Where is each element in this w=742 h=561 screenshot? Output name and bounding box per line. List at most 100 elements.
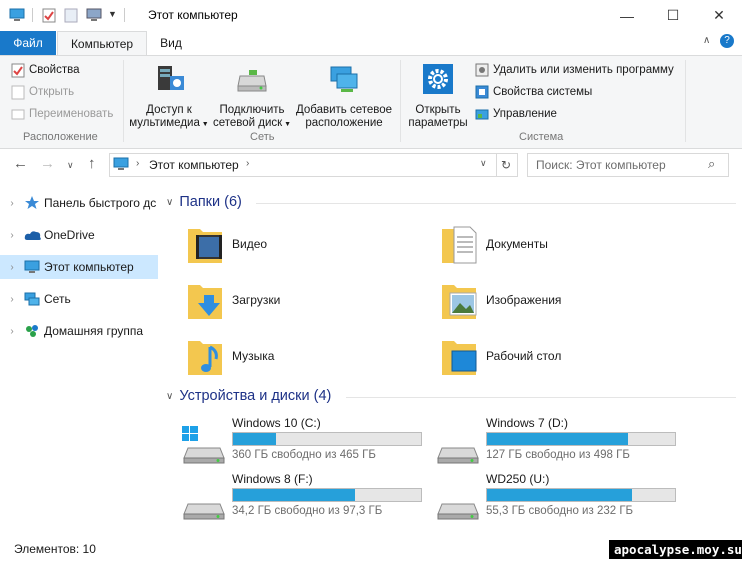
ribbon-separator [400,60,401,142]
folder-item[interactable]: Видео [186,223,267,265]
new-folder-icon[interactable] [64,8,78,26]
nav-item-quick-access[interactable]: › Панель быстрого дс [0,191,158,215]
nav-label: OneDrive [44,228,95,242]
computer-icon[interactable] [9,8,25,25]
minimize-button[interactable]: — [604,0,650,31]
folder-label: Видео [232,237,268,251]
star-icon [24,195,44,211]
drives-section-header[interactable]: ∨ Устройства и диски (4) [166,388,331,404]
nav-item-network[interactable]: › Сеть [0,287,158,311]
ribbon-tabs: Файл Компьютер Вид ∧ ? [0,31,742,56]
expand-chevron-icon[interactable]: › [0,294,24,305]
nav-label: Домашняя группа [44,324,144,338]
expand-chevron-icon[interactable]: › [0,230,24,241]
computer-icon [113,157,129,174]
folder-label: Рабочий стол [486,349,562,363]
map-network-drive-button[interactable]: Подключить сетевой диск ▼ [212,62,292,131]
collapse-chevron-icon[interactable]: ∨ [166,391,173,402]
drive-item[interactable]: Windows 7 (D:) 127 ГБ свободно из 498 ГБ [436,416,686,466]
folder-item[interactable]: Рабочий стол [440,335,561,377]
drive-free-space: 55,3 ГБ свободно из 232 ГБ [486,505,634,517]
nav-label: Этот компьютер [44,260,134,274]
search-icon[interactable]: ⌕ [708,156,715,172]
manage-button[interactable]: Управление [475,104,557,124]
expand-chevron-icon[interactable]: › [0,198,24,209]
back-arrow-icon[interactable]: ← [13,155,28,172]
system-properties-button[interactable]: Свойства системы [475,82,592,102]
uninstall-program-button[interactable]: Удалить или изменить программу [475,60,674,80]
expand-chevron-icon[interactable]: › [0,326,24,337]
close-button[interactable]: ✕ [696,0,742,31]
forward-arrow-icon[interactable]: → [40,155,55,172]
address-dropdown-icon[interactable]: ∨ [480,158,487,169]
media-access-label-2: мультимедиа [129,117,200,129]
customize-toolbar-chevron-icon[interactable]: ▼ [108,9,117,19]
pictures-folder-icon [442,285,477,319]
drive-free-space: 360 ГБ свободно из 465 ГБ [232,449,376,461]
nav-item-homegroup[interactable]: › Домашняя группа [0,319,158,343]
folder-label: Изображения [486,293,562,307]
tab-file[interactable]: Файл [0,31,56,55]
rename-icon [11,109,25,119]
drive-item[interactable]: Windows 8 (F:) 34,2 ГБ свободно из 97,3 … [182,472,432,522]
properties-button[interactable]: Свойства [11,60,80,80]
help-icon[interactable]: ? [720,34,734,48]
group-label-location: Расположение [23,131,98,143]
drives-section-title: Устройства и диски (4) [179,388,332,404]
folder-item[interactable]: Изображения [440,279,561,321]
expand-chevron-icon[interactable]: › [0,262,24,273]
computer-icon [24,260,44,274]
properties-icon[interactable] [42,8,56,26]
breadcrumb-chevron-icon[interactable]: › [246,158,249,169]
divider [124,8,125,22]
title-bar: ▼ Этот компьютер — ☐ ✕ [0,0,742,31]
folder-label: Документы [486,237,548,251]
add-location-label-2: расположение [305,117,383,129]
open-label: Открыть [29,86,75,98]
section-divider [346,397,736,398]
add-network-location-icon [330,66,358,92]
folder-item[interactable]: Музыка [186,335,274,377]
folder-item[interactable]: Загрузки [186,279,280,321]
cloud-icon [24,229,44,241]
navigation-pane: › Панель быстрого дс › OneDrive › Этот к… [0,188,158,538]
refresh-button[interactable]: ↻ [495,153,518,177]
downloads-folder-icon [188,285,222,319]
drive-name: Windows 8 (F:) [232,472,313,486]
folders-section-title: Папки (6) [179,194,242,210]
folders-section-header[interactable]: ∨ Папки (6) [166,194,242,210]
display-icon[interactable] [86,8,102,25]
open-button[interactable]: Открыть [11,82,74,102]
nav-item-onedrive[interactable]: › OneDrive [0,223,158,247]
open-settings-label-2: параметры [408,117,468,129]
folder-label: Музыка [232,349,275,363]
collapse-ribbon-icon[interactable]: ∧ [703,35,710,46]
folder-item[interactable]: Документы [440,223,548,265]
watermark: apocalypse.moy.su [609,540,742,559]
drive-usage-fill [487,433,628,445]
desktop-folder-icon [442,341,477,375]
search-placeholder: Поиск: Этот компьютер [536,158,666,172]
collapse-chevron-icon[interactable]: ∨ [166,197,173,208]
rename-button[interactable]: Переименовать [11,104,113,124]
tab-computer[interactable]: Компьютер [57,31,147,56]
tab-view[interactable]: Вид [150,31,192,55]
nav-item-this-pc[interactable]: › Этот компьютер [0,255,158,279]
add-network-location-button[interactable]: Добавить сетевое расположение [294,62,394,130]
open-settings-button[interactable]: Открыть параметры [404,62,472,130]
breadcrumb-chevron-icon[interactable]: › [136,158,139,169]
add-location-label-1: Добавить сетевое [295,104,393,116]
uninstall-label: Удалить или изменить программу [493,64,674,76]
section-divider [256,203,736,204]
ribbon-separator [123,60,124,142]
up-arrow-icon[interactable]: ↑ [88,155,96,172]
breadcrumb[interactable]: Этот компьютер [149,158,239,172]
properties-icon [11,63,25,77]
media-access-button[interactable]: Доступ к мультимедиа ▼ [128,62,210,131]
manage-label: Управление [493,108,557,120]
map-drive-label-2: сетевой диск [212,117,283,129]
drive-item[interactable]: Windows 10 (C:) 360 ГБ свободно из 465 Г… [182,416,432,466]
maximize-button[interactable]: ☐ [650,0,696,31]
drive-item[interactable]: WD250 (U:) 55,3 ГБ свободно из 232 ГБ [436,472,686,522]
recent-locations-chevron-icon[interactable]: ∨ [67,160,74,171]
